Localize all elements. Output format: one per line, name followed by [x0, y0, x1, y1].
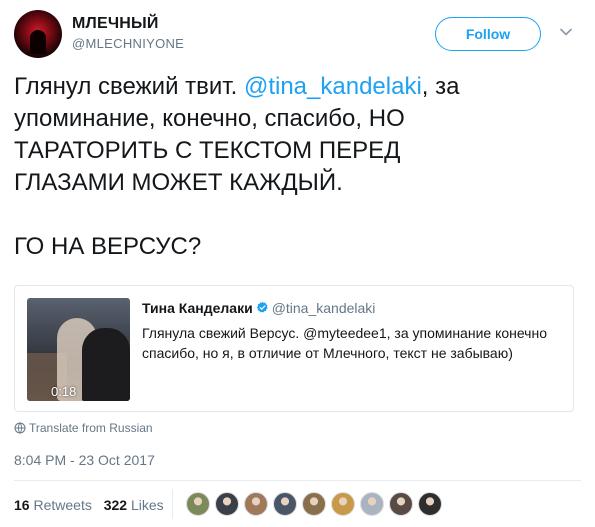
tweet-text-segment: , за	[421, 73, 460, 100]
tweet-header: МЛЕЧНЫЙ @MLECHNIYONE Follow	[14, 10, 581, 58]
quoted-text-line: Глянула свежий Версус. @myteedee1, за уп…	[142, 325, 547, 341]
liker-avatar[interactable]	[215, 492, 239, 516]
liker-avatar[interactable]	[244, 492, 268, 516]
tweet-text: Глянул свежий твит. @tina_kandelaki, за …	[14, 71, 574, 263]
likes-label: Likes	[130, 497, 164, 513]
tweet-line: ГЛАЗАМИ МОЖЕТ КАЖДЫЙ.	[14, 169, 343, 196]
translate-label: Translate from Russian	[29, 421, 153, 435]
quoted-author: Тина Канделаки @tina_kandelaki	[142, 300, 375, 316]
verified-badge-icon	[256, 301, 268, 313]
liker-avatar[interactable]	[389, 492, 413, 516]
retweets-count: 16	[14, 497, 30, 513]
video-duration: 0:18	[51, 384, 77, 399]
likes-stat[interactable]: 322 Likes	[104, 497, 164, 513]
quoted-text-line: спасибо, но я, в отличие от Млечного, те…	[142, 345, 513, 361]
timestamp[interactable]: 8:04 PM - 23 Oct 2017	[14, 452, 155, 468]
tweet-text-segment: Глянул свежий твит.	[14, 73, 244, 100]
likes-count: 322	[103, 497, 128, 513]
liker-avatar[interactable]	[360, 492, 384, 516]
thumbnail-figure	[82, 328, 130, 401]
tweet-stats: 16 Retweets 322 Likes	[14, 497, 164, 513]
retweets-label: Retweets	[33, 497, 92, 513]
video-thumbnail[interactable]: 0:18	[27, 298, 130, 401]
quoted-tweet[interactable]: 0:18 Тина Канделаки @tina_kandelaki Гляну…	[14, 285, 574, 412]
stats-separator	[172, 489, 173, 519]
quoted-text: Глянула свежий Версус. @myteedee1, за уп…	[142, 323, 562, 363]
mention-link[interactable]: @tina_kandelaki	[244, 73, 422, 100]
avatar[interactable]	[14, 10, 62, 58]
quoted-author-name: Тина Канделаки	[142, 300, 253, 316]
tweet-line: Глянул свежий твит. @tina_kandelaki, за	[14, 71, 574, 103]
tweet-line: упоминание, конечно, спасибо, НО	[14, 105, 405, 132]
display-name[interactable]: МЛЕЧНЫЙ	[72, 15, 159, 33]
chevron-down-icon[interactable]	[560, 26, 572, 38]
globe-icon	[14, 422, 26, 434]
translate-link[interactable]: Translate from Russian	[14, 421, 153, 435]
liker-avatar[interactable]	[331, 492, 355, 516]
liker-avatar[interactable]	[273, 492, 297, 516]
quoted-handle: @tina_kandelaki	[271, 300, 376, 316]
divider	[14, 480, 581, 481]
liker-avatar[interactable]	[302, 492, 326, 516]
liker-avatar[interactable]	[186, 492, 210, 516]
user-handle[interactable]: @MLECHNIYONE	[72, 36, 184, 51]
tweet-line: ГО НА ВЕРСУС?	[14, 233, 202, 260]
tweet-line: ТАРАТОРИТЬ С ТЕКСТОМ ПЕРЕД	[14, 137, 401, 164]
follow-button[interactable]: Follow	[435, 17, 541, 51]
liker-avatar[interactable]	[418, 492, 442, 516]
retweets-stat[interactable]: 16 Retweets	[14, 497, 92, 513]
